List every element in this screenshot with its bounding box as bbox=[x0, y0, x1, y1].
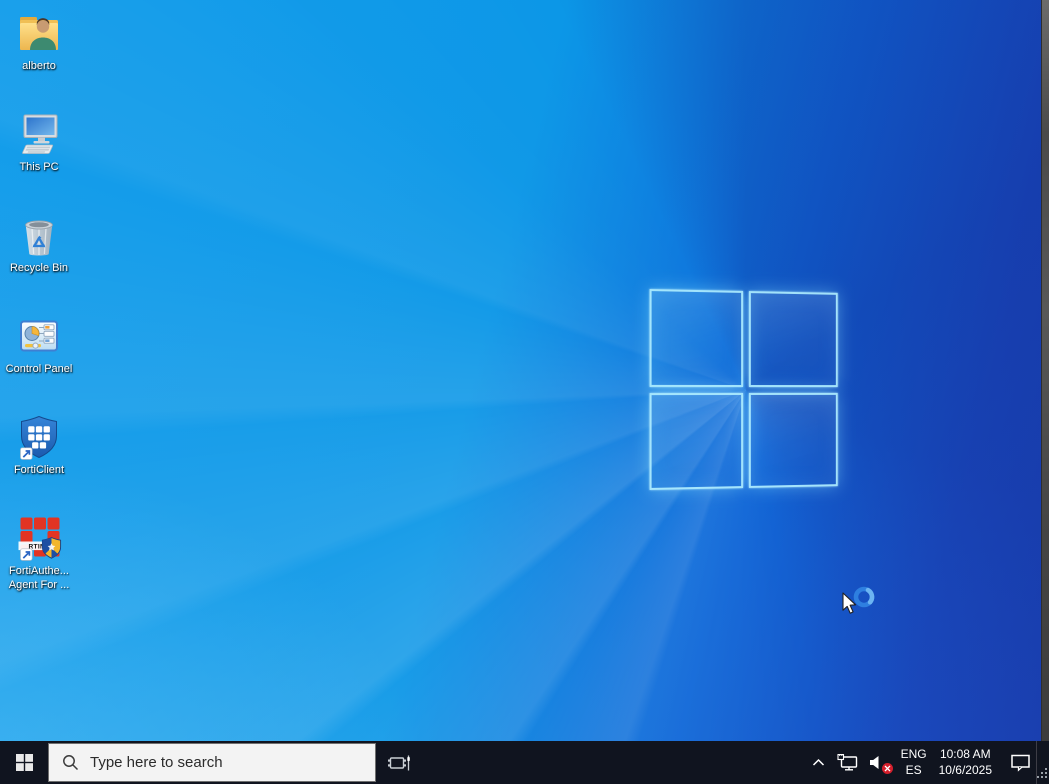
windows-logo-wallpaper bbox=[650, 289, 838, 490]
desktop-icon-recycle-bin[interactable]: Recycle Bin bbox=[1, 211, 77, 276]
taskbar: ENG ES 10:08 AM 10/6/2025 bbox=[0, 741, 1049, 784]
shortcut-arrow-overlay bbox=[21, 448, 33, 460]
task-view-button[interactable] bbox=[376, 741, 421, 784]
recycle-bin-icon bbox=[15, 211, 63, 259]
desktop-icon-label: FortiClient bbox=[1, 464, 77, 478]
desktop-wallpaper: alberto This PC bbox=[0, 0, 1049, 741]
start-button[interactable] bbox=[0, 741, 48, 784]
network-tray-button[interactable] bbox=[835, 754, 861, 772]
windows-start-icon bbox=[16, 754, 33, 771]
control-panel-icon bbox=[15, 312, 63, 360]
windows-logo-pane bbox=[748, 291, 837, 386]
arrow-pointer-busy-cursor bbox=[838, 585, 882, 627]
action-center-button[interactable] bbox=[1002, 753, 1033, 772]
clock[interactable]: 10:08 AM 10/6/2025 bbox=[937, 747, 994, 778]
system-tray: ENG ES 10:08 AM 10/6/2025 bbox=[810, 741, 1033, 784]
desktop-icon-this-pc[interactable]: This PC bbox=[1, 110, 77, 175]
fortinet-grid-shield-icon: RTINET bbox=[15, 514, 63, 562]
shortcut-arrow-overlay bbox=[21, 549, 33, 561]
search-input[interactable] bbox=[90, 754, 360, 771]
clock-date: 10/6/2025 bbox=[939, 763, 992, 779]
clock-time: 10:08 AM bbox=[940, 747, 991, 763]
desktop-icon-label: alberto bbox=[1, 60, 77, 74]
desktop-icon-label: Agent For ... bbox=[1, 579, 77, 593]
language-indicator[interactable]: ENG ES bbox=[899, 747, 929, 778]
action-center-bubble-icon bbox=[1010, 753, 1031, 772]
language-primary: ENG bbox=[901, 747, 927, 763]
taskbar-search-box[interactable] bbox=[48, 743, 376, 782]
windows-logo-pane bbox=[650, 289, 743, 386]
show-desktop-button[interactable] bbox=[1036, 741, 1049, 784]
computer-monitor-icon bbox=[15, 110, 63, 158]
search-icon bbox=[62, 754, 79, 771]
volume-muted-badge bbox=[882, 763, 893, 774]
resize-grip-dots bbox=[1038, 768, 1047, 781]
desktop-icon-fortiauthenticator-agent[interactable]: RTINET FortiAuthe... Agent For ... bbox=[1, 514, 77, 593]
right-edge-window-sliver bbox=[1041, 0, 1049, 741]
windows-logo-pane bbox=[748, 392, 837, 487]
show-hidden-icons-button[interactable] bbox=[810, 758, 827, 767]
desktop-icon-label: Recycle Bin bbox=[1, 262, 77, 276]
ethernet-network-icon bbox=[837, 754, 859, 772]
desktop-icon-forticlient[interactable]: FortiClient bbox=[1, 413, 77, 478]
desktop-icon-label: This PC bbox=[1, 161, 77, 175]
task-view-icon bbox=[387, 754, 411, 772]
x-icon bbox=[884, 765, 891, 772]
desktop-icon-label: Control Panel bbox=[1, 363, 77, 377]
windows-logo-pane bbox=[650, 393, 743, 490]
desktop-icon-alberto[interactable]: alberto bbox=[1, 9, 77, 74]
language-secondary: ES bbox=[906, 763, 922, 779]
user-folder-icon bbox=[15, 9, 63, 57]
desktop-icon-control-panel[interactable]: Control Panel bbox=[1, 312, 77, 377]
forticlient-shield-icon bbox=[15, 413, 63, 461]
desktop-icon-label: FortiAuthe... bbox=[1, 565, 77, 579]
volume-tray-button[interactable] bbox=[869, 754, 891, 772]
chevron-up-icon bbox=[812, 758, 825, 767]
